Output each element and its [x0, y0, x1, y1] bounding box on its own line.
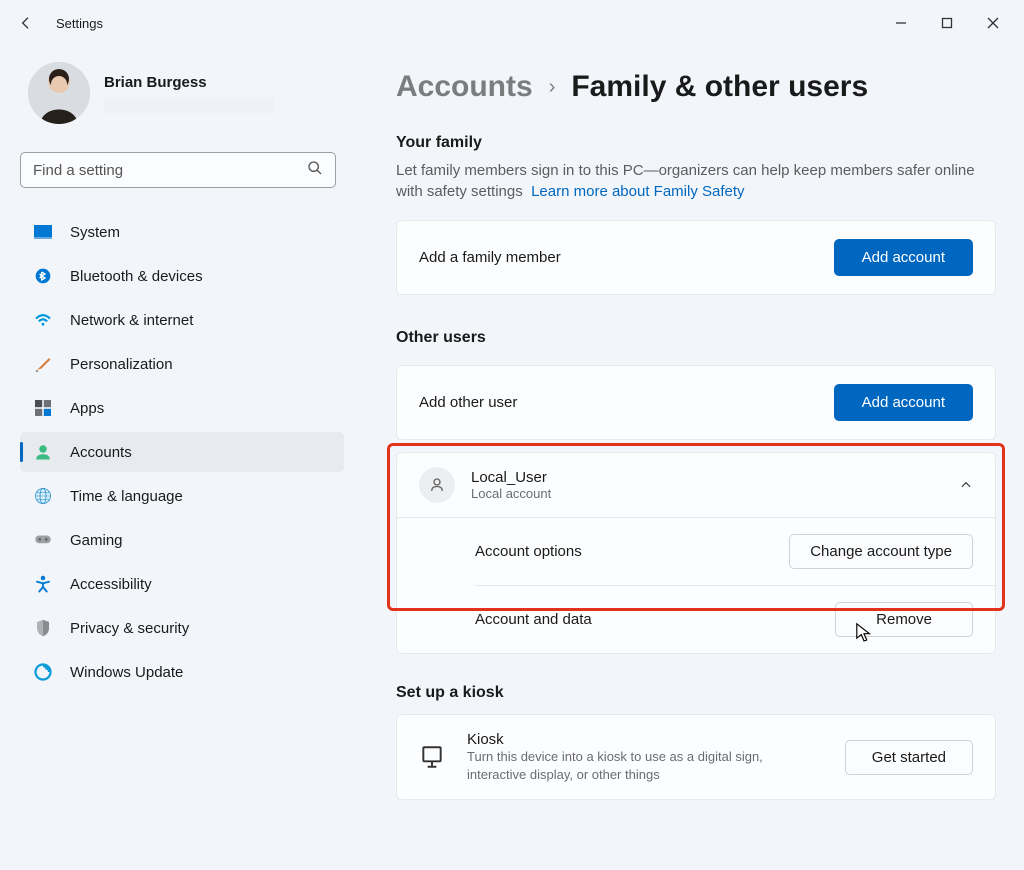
account-header[interactable]: Local_User Local account — [397, 453, 995, 517]
controller-icon — [34, 531, 52, 549]
person-icon — [419, 467, 455, 503]
kiosk-card: Kiosk Turn this device into a kiosk to u… — [396, 714, 996, 800]
sidebar-item-label: Gaming — [70, 532, 123, 549]
sidebar-item-network[interactable]: Network & internet — [20, 300, 344, 340]
kiosk-section-title: Set up a kiosk — [396, 684, 996, 702]
add-other-user-label: Add other user — [419, 394, 834, 411]
user-name: Brian Burgess — [104, 74, 274, 91]
system-icon — [34, 223, 52, 241]
account-name: Local_User — [471, 469, 943, 486]
sidebar-item-personalization[interactable]: Personalization — [20, 344, 344, 384]
sidebar-item-label: Privacy & security — [70, 620, 189, 637]
sidebar-item-label: Network & internet — [70, 312, 193, 329]
shield-icon — [34, 619, 52, 637]
accessibility-icon — [34, 575, 52, 593]
other-user-account-card: Local_User Local account Account options… — [396, 452, 996, 654]
sidebar-item-label: System — [70, 224, 120, 241]
sidebar: Brian Burgess Find a setting System Blue… — [0, 46, 360, 870]
family-learn-more-link[interactable]: Learn more about Family Safety — [531, 183, 744, 200]
sidebar-item-accessibility[interactable]: Accessibility — [20, 564, 344, 604]
sidebar-item-label: Accessibility — [70, 576, 152, 593]
sidebar-item-windows-update[interactable]: Windows Update — [20, 652, 344, 692]
wifi-icon — [34, 311, 52, 329]
user-email-redacted — [104, 97, 274, 113]
user-block[interactable]: Brian Burgess — [28, 62, 344, 124]
bluetooth-icon — [34, 267, 52, 285]
change-account-type-button[interactable]: Change account type — [789, 534, 973, 569]
kiosk-get-started-button[interactable]: Get started — [845, 740, 973, 775]
account-data-label: Account and data — [475, 611, 835, 628]
add-other-user-card: Add other user Add account — [396, 365, 996, 440]
maximize-button[interactable] — [924, 5, 970, 41]
add-other-user-button[interactable]: Add account — [834, 384, 973, 421]
other-users-title: Other users — [396, 329, 996, 347]
page-title: Family & other users — [571, 70, 868, 104]
chevron-right-icon: › — [549, 76, 556, 99]
sidebar-item-label: Accounts — [70, 444, 132, 461]
apps-icon — [34, 399, 52, 417]
back-button[interactable] — [8, 5, 44, 41]
nav: System Bluetooth & devices Network & int… — [20, 212, 344, 692]
sidebar-item-system[interactable]: System — [20, 212, 344, 252]
sidebar-item-label: Apps — [70, 400, 104, 417]
account-options-label: Account options — [475, 543, 789, 560]
search-icon — [307, 160, 323, 180]
search-placeholder: Find a setting — [33, 162, 307, 179]
breadcrumb-parent[interactable]: Accounts — [396, 70, 533, 104]
avatar — [28, 62, 90, 124]
sidebar-item-bluetooth[interactable]: Bluetooth & devices — [20, 256, 344, 296]
remove-account-button[interactable]: Remove — [835, 602, 973, 637]
breadcrumb: Accounts › Family & other users — [396, 70, 996, 104]
accounts-icon — [34, 443, 52, 461]
kiosk-row-sub: Turn this device into a kiosk to use as … — [467, 748, 823, 783]
sidebar-item-time-language[interactable]: Time & language — [20, 476, 344, 516]
sidebar-item-apps[interactable]: Apps — [20, 388, 344, 428]
family-section-title: Your family — [396, 134, 996, 152]
family-section-desc: Let family members sign in to this PC—or… — [396, 160, 996, 202]
close-button[interactable] — [970, 5, 1016, 41]
minimize-button[interactable] — [878, 5, 924, 41]
kiosk-row-title: Kiosk — [467, 731, 823, 748]
chevron-up-icon — [959, 478, 973, 492]
sidebar-item-label: Windows Update — [70, 664, 183, 681]
sidebar-item-accounts[interactable]: Accounts — [20, 432, 344, 472]
add-family-button[interactable]: Add account — [834, 239, 973, 276]
search-input[interactable]: Find a setting — [20, 152, 336, 188]
add-family-label: Add a family member — [419, 249, 834, 266]
account-type: Local account — [471, 486, 943, 501]
app-title: Settings — [56, 16, 103, 31]
globe-icon — [34, 487, 52, 505]
kiosk-icon — [419, 744, 445, 770]
sidebar-item-label: Time & language — [70, 488, 183, 505]
content: Accounts › Family & other users Your fam… — [360, 46, 1024, 870]
brush-icon — [34, 355, 52, 373]
sidebar-item-gaming[interactable]: Gaming — [20, 520, 344, 560]
sidebar-item-privacy[interactable]: Privacy & security — [20, 608, 344, 648]
sidebar-item-label: Personalization — [70, 356, 173, 373]
add-family-card: Add a family member Add account — [396, 220, 996, 295]
update-icon — [34, 663, 52, 681]
sidebar-item-label: Bluetooth & devices — [70, 268, 203, 285]
